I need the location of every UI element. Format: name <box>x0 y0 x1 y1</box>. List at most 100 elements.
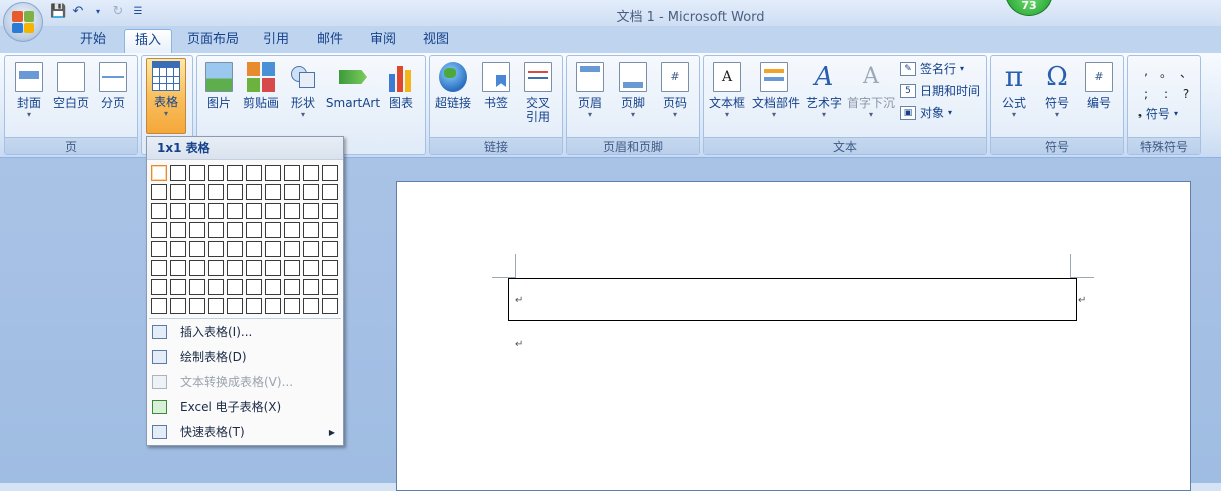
grid-cell[interactable] <box>246 222 262 238</box>
grid-cell[interactable] <box>322 241 338 257</box>
grid-cell[interactable] <box>322 260 338 276</box>
convert-text-to-table-item[interactable]: 文本转换成表格(V)... <box>147 370 343 395</box>
grid-cell[interactable] <box>284 165 300 181</box>
grid-cell[interactable] <box>284 260 300 276</box>
tab-mailings[interactable]: 邮件 <box>307 29 353 53</box>
grid-cell[interactable] <box>170 184 186 200</box>
tab-view[interactable]: 视图 <box>413 29 459 53</box>
table-button[interactable]: 表格 ▾ <box>146 58 186 134</box>
clip-art-button[interactable]: 剪贴画 <box>241 60 281 134</box>
blank-page-button[interactable]: 空白页 <box>51 60 91 134</box>
date-time-button[interactable]: 5 日期和时间 <box>900 81 980 101</box>
grid-cell[interactable] <box>322 203 338 219</box>
grid-cell[interactable] <box>208 203 224 219</box>
grid-cell[interactable] <box>208 279 224 295</box>
drop-cap-button[interactable]: A 首字下沉 ▾ <box>846 60 896 134</box>
grid-cell[interactable] <box>227 279 243 295</box>
table-grid-picker[interactable] <box>151 165 338 314</box>
symbol-button[interactable]: Ω 符号 ▾ <box>1037 60 1077 134</box>
page-break-button[interactable]: 分页 <box>93 60 133 134</box>
grid-cell[interactable] <box>246 298 262 314</box>
grid-cell[interactable] <box>151 222 167 238</box>
wordart-button[interactable]: A 艺术字 ▾ <box>802 60 846 134</box>
quick-tables-item[interactable]: 快速表格(T) ▶ <box>147 420 343 445</box>
grid-cell[interactable] <box>227 241 243 257</box>
text-box-button[interactable]: A 文本框 ▾ <box>707 60 747 134</box>
grid-cell[interactable] <box>284 279 300 295</box>
grid-cell[interactable] <box>170 241 186 257</box>
numbering-button[interactable]: # 编号 <box>1079 60 1119 134</box>
grid-cell[interactable] <box>246 203 262 219</box>
grid-cell[interactable] <box>246 260 262 276</box>
grid-cell[interactable] <box>170 279 186 295</box>
grid-cell[interactable] <box>227 222 243 238</box>
inserted-table[interactable] <box>508 278 1077 321</box>
grid-cell[interactable] <box>265 241 281 257</box>
grid-cell[interactable] <box>265 222 281 238</box>
grid-cell[interactable] <box>189 279 205 295</box>
office-button[interactable] <box>3 2 43 42</box>
excel-spreadsheet-item[interactable]: Excel 电子表格(X) <box>147 395 343 420</box>
grid-cell[interactable] <box>208 184 224 200</box>
header-button[interactable]: 页眉 ▾ <box>570 60 610 134</box>
period-symbol[interactable]: 。 <box>1156 64 1176 81</box>
grid-cell[interactable] <box>246 241 262 257</box>
grid-cell[interactable] <box>322 184 338 200</box>
grid-cell[interactable] <box>227 260 243 276</box>
cover-page-button[interactable]: 封面 ▾ <box>9 60 49 134</box>
grid-cell[interactable] <box>189 203 205 219</box>
tab-home[interactable]: 开始 <box>70 29 116 53</box>
hyperlink-button[interactable]: 超链接 <box>433 60 473 134</box>
grid-cell[interactable] <box>189 222 205 238</box>
grid-cell[interactable] <box>322 165 338 181</box>
tab-references[interactable]: 引用 <box>253 29 299 53</box>
quick-parts-button[interactable]: 文档部件 ▾ <box>752 60 800 134</box>
grid-cell[interactable] <box>246 279 262 295</box>
pause-symbol[interactable]: 、 <box>1176 64 1196 81</box>
grid-cell[interactable] <box>265 203 281 219</box>
grid-cell[interactable] <box>303 222 319 238</box>
tab-page-layout[interactable]: 页面布局 <box>177 29 249 53</box>
semicolon-symbol[interactable]: ; <box>1136 87 1156 101</box>
grid-cell[interactable] <box>189 241 205 257</box>
insert-table-item[interactable]: 插入表格(I)... <box>147 320 343 345</box>
grid-cell[interactable] <box>246 165 262 181</box>
special-symbol-more-button[interactable]: ❟ 符号 ▾ <box>1138 104 1178 124</box>
grid-cell[interactable] <box>227 165 243 181</box>
grid-cell[interactable] <box>284 184 300 200</box>
grid-cell[interactable] <box>265 260 281 276</box>
bookmark-button[interactable]: 书签 <box>476 60 516 134</box>
footer-button[interactable]: 页脚 ▾ <box>613 60 653 134</box>
grid-cell[interactable] <box>284 241 300 257</box>
grid-cell[interactable] <box>189 260 205 276</box>
grid-cell[interactable] <box>284 222 300 238</box>
grid-cell[interactable] <box>303 165 319 181</box>
smartart-button[interactable]: SmartArt <box>325 60 381 134</box>
grid-cell[interactable] <box>151 165 167 181</box>
document-page[interactable] <box>396 181 1191 491</box>
grid-cell[interactable] <box>322 279 338 295</box>
grid-cell[interactable] <box>170 260 186 276</box>
grid-cell[interactable] <box>208 165 224 181</box>
signature-line-button[interactable]: ✎ 签名行 ▾ <box>900 59 964 79</box>
grid-cell[interactable] <box>151 241 167 257</box>
cross-reference-button[interactable]: 交叉 引用 <box>518 60 558 134</box>
grid-cell[interactable] <box>189 165 205 181</box>
grid-cell[interactable] <box>151 203 167 219</box>
grid-cell[interactable] <box>303 279 319 295</box>
grid-cell[interactable] <box>322 222 338 238</box>
picture-button[interactable]: 图片 <box>199 60 239 134</box>
draw-table-item[interactable]: 绘制表格(D) <box>147 345 343 370</box>
grid-cell[interactable] <box>208 241 224 257</box>
colon-symbol[interactable]: : <box>1156 87 1176 101</box>
grid-cell[interactable] <box>151 184 167 200</box>
grid-cell[interactable] <box>303 184 319 200</box>
grid-cell[interactable] <box>227 298 243 314</box>
grid-cell[interactable] <box>151 279 167 295</box>
grid-cell[interactable] <box>151 260 167 276</box>
grid-cell[interactable] <box>265 279 281 295</box>
chart-button[interactable]: 图表 <box>381 60 421 134</box>
grid-cell[interactable] <box>265 184 281 200</box>
grid-cell[interactable] <box>284 203 300 219</box>
grid-cell[interactable] <box>322 298 338 314</box>
